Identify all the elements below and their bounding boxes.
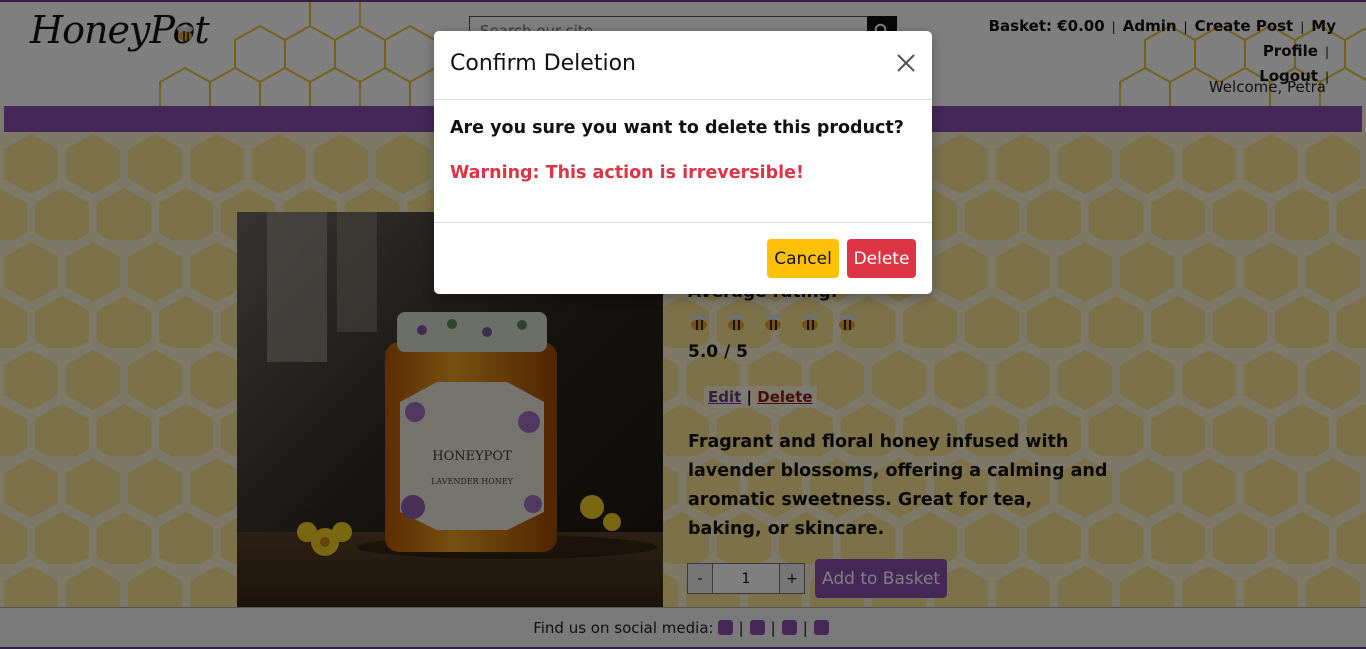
modal-body: Are you sure you want to delete this pro… [434,100,932,223]
confirm-deletion-modal: Confirm Deletion Are you sure you want t… [434,31,932,294]
cancel-button[interactable]: Cancel [767,239,839,278]
modal-header: Confirm Deletion [434,31,932,100]
delete-confirmation-question: Are you sure you want to delete this pro… [450,118,904,138]
confirm-delete-button[interactable]: Delete [847,239,916,278]
modal-footer: Cancel Delete [434,223,932,293]
modal-title: Confirm Deletion [450,51,636,76]
irreversible-warning: Warning: This action is irreversible! [450,163,805,183]
close-icon[interactable] [894,51,918,75]
